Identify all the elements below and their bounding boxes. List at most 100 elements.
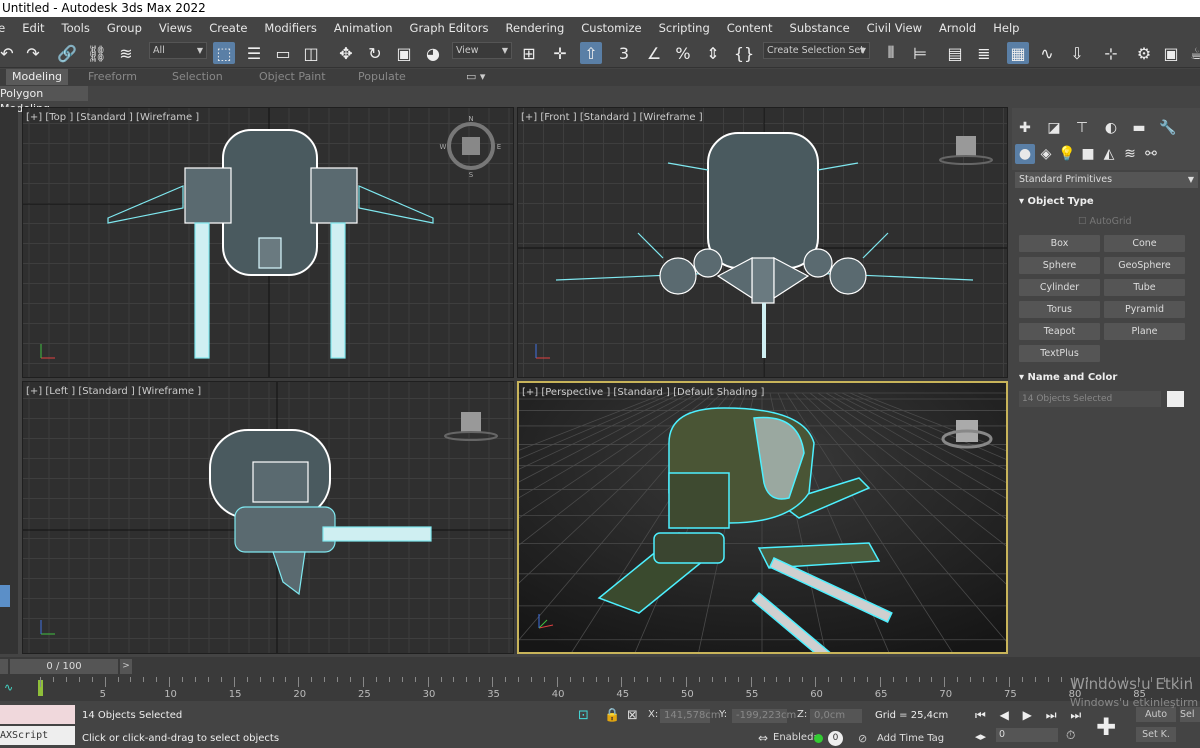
curve-editor-icon[interactable]: ∿: [1036, 42, 1058, 64]
create-cylinder-button[interactable]: Cylinder: [1019, 279, 1100, 296]
motion-tab-icon[interactable]: ◐: [1101, 118, 1121, 138]
adaptive-degradation-icon[interactable]: ⇔: [758, 731, 768, 745]
window-crossing-icon[interactable]: ◫: [300, 42, 322, 64]
set-key-button[interactable]: Set K.: [1136, 727, 1176, 742]
geometry-icon[interactable]: ●: [1015, 144, 1035, 164]
undo-icon[interactable]: ↶: [0, 42, 18, 64]
menu-group[interactable]: Group: [99, 21, 151, 35]
space-warps-icon[interactable]: ≋: [1120, 144, 1140, 164]
select-by-name-icon[interactable]: ☰: [243, 42, 265, 64]
time-tag-icon[interactable]: ⊘: [858, 732, 867, 745]
move-icon[interactable]: ✥: [335, 42, 357, 64]
mirror-icon[interactable]: ⫴: [880, 42, 902, 64]
percent-snap-icon[interactable]: %: [672, 42, 694, 64]
render-production-icon[interactable]: ☕: [1186, 42, 1200, 64]
ribbon-options-icon[interactable]: ▭ ▾: [466, 69, 485, 85]
viewport-top-label[interactable]: [+] [Top ] [Standard ] [Wireframe ]: [26, 112, 199, 123]
curve-editor-mini-icon[interactable]: ∿: [4, 681, 13, 694]
time-slider[interactable]: 0 / 100: [10, 659, 118, 674]
schematic-view-icon[interactable]: ⊹: [1100, 42, 1122, 64]
create-textplus-button[interactable]: TextPlus: [1019, 345, 1100, 362]
absolute-mode-icon[interactable]: ⊠: [627, 708, 638, 723]
menu-file[interactable]: File: [0, 21, 14, 35]
menu-modifiers[interactable]: Modifiers: [256, 21, 326, 35]
viewport-top[interactable]: N W E S [+] [Top ] [Standard ] [Wirefram…: [22, 107, 514, 378]
key-filter-icon[interactable]: ✚: [1096, 713, 1116, 741]
menu-graph-editors[interactable]: Graph Editors: [402, 21, 498, 35]
rotate-icon[interactable]: ↻: [364, 42, 386, 64]
enabled-indicator-icon[interactable]: [814, 734, 823, 743]
menu-views[interactable]: Views: [151, 21, 201, 35]
systems-icon[interactable]: ⚯: [1141, 144, 1161, 164]
menu-help[interactable]: Help: [985, 21, 1028, 35]
ribbon-tab-modeling[interactable]: Modeling: [6, 69, 69, 85]
scale-icon[interactable]: ▣: [393, 42, 415, 64]
lights-icon[interactable]: 💡: [1057, 144, 1077, 164]
bind-spacewarp-icon[interactable]: ≋: [115, 42, 137, 64]
menu-tools[interactable]: Tools: [54, 21, 99, 35]
selection-region-icon[interactable]: ▭: [272, 42, 294, 64]
link-icon[interactable]: 🔗: [56, 42, 78, 64]
create-box-button[interactable]: Box: [1019, 235, 1100, 252]
display-tab-icon[interactable]: ▬: [1129, 118, 1149, 138]
create-tube-button[interactable]: Tube: [1104, 279, 1185, 296]
edit-named-selection-icon[interactable]: {}: [733, 42, 755, 64]
menu-edit[interactable]: Edit: [14, 21, 53, 35]
viewport-front-label[interactable]: [+] [Front ] [Standard ] [Wireframe ]: [521, 112, 703, 123]
object-type-rollout-header[interactable]: ▾ Object Type: [1015, 194, 1198, 210]
viewport-perspective-label[interactable]: [+] [Perspective ] [Standard ] [Default …: [522, 387, 764, 398]
create-plane-button[interactable]: Plane: [1104, 323, 1185, 340]
rendered-frame-window-icon[interactable]: ▣: [1160, 42, 1182, 64]
menu-scripting[interactable]: Scripting: [651, 21, 719, 35]
viewport-left-label[interactable]: [+] [Left ] [Standard ] [Wireframe ]: [26, 386, 201, 397]
time-tag-toggle[interactable]: 0: [828, 731, 843, 746]
current-frame-field[interactable]: 0: [996, 728, 1058, 742]
y-coordinate-field[interactable]: -199,223cm: [732, 709, 796, 723]
isolate-selection-icon[interactable]: ⊡: [578, 708, 589, 723]
create-geosphere-button[interactable]: GeoSphere: [1104, 257, 1185, 274]
shapes-icon[interactable]: ◈: [1036, 144, 1056, 164]
menu-substance[interactable]: Substance: [782, 21, 859, 35]
create-tab-icon[interactable]: ✚: [1015, 118, 1035, 138]
ribbon-tab-selection[interactable]: Selection: [172, 69, 223, 85]
ribbon-tab-freeform[interactable]: Freeform: [88, 69, 137, 85]
placement-icon[interactable]: ◕: [422, 42, 444, 64]
create-pyramid-button[interactable]: Pyramid: [1104, 301, 1185, 318]
select-manipulate-icon[interactable]: ✛: [549, 42, 571, 64]
menu-customize[interactable]: Customize: [573, 21, 650, 35]
hierarchy-tab-icon[interactable]: ⊤: [1072, 118, 1092, 138]
layout-tab-icon[interactable]: [0, 585, 10, 607]
unlink-icon[interactable]: ⛓: [86, 42, 108, 64]
track-bar[interactable]: ∿ 5 10 15 20 25 30 35 40 45 50 55 60 65 70 75 80 85: [0, 677, 1200, 701]
named-selection-dropdown[interactable]: Create Selection Set ▼: [763, 42, 870, 59]
selection-filter-dropdown[interactable]: All ▼: [149, 42, 207, 59]
menu-create[interactable]: Create: [201, 21, 256, 35]
maxscript-listener-input[interactable]: [0, 705, 75, 724]
menu-arnold[interactable]: Arnold: [931, 21, 985, 35]
spinner-snap-icon[interactable]: ⇕: [702, 42, 724, 64]
helpers-icon[interactable]: ◭: [1099, 144, 1119, 164]
menu-animation[interactable]: Animation: [326, 21, 402, 35]
keyboard-shortcut-override-icon[interactable]: ⇧: [580, 42, 602, 64]
z-coordinate-field[interactable]: 0,0cm: [810, 709, 862, 723]
playback-controls[interactable]: ⏮ ◀ ▶ ⏭ ⏭: [975, 708, 1086, 723]
reference-coordinate-dropdown[interactable]: View ▼: [452, 42, 512, 59]
add-time-tag-button[interactable]: Add Time Tag: [877, 733, 944, 744]
scene-explorer-icon[interactable]: ▤: [944, 42, 966, 64]
pivot-center-icon[interactable]: ⊞: [518, 42, 540, 64]
primitive-category-dropdown[interactable]: Standard Primitives ▼: [1015, 172, 1198, 188]
create-teapot-button[interactable]: Teapot: [1019, 323, 1100, 340]
autogrid-checkbox[interactable]: ☐ AutoGrid: [1078, 216, 1132, 227]
auto-key-button[interactable]: Auto: [1136, 707, 1176, 722]
ribbon-tab-populate[interactable]: Populate: [358, 69, 406, 85]
dope-sheet-icon[interactable]: ⇩: [1066, 42, 1088, 64]
viewport-front[interactable]: [+] [Front ] [Standard ] [Wireframe ]: [517, 107, 1008, 378]
x-coordinate-field[interactable]: 141,578cm: [660, 709, 721, 723]
name-color-rollout-header[interactable]: ▾ Name and Color: [1015, 370, 1198, 386]
selected-button[interactable]: Sel: [1180, 707, 1200, 722]
snaps-toggle-icon[interactable]: 3: [613, 42, 635, 64]
ribbon-subtab[interactable]: Polygon Modeling: [0, 86, 88, 115]
create-torus-button[interactable]: Torus: [1019, 301, 1100, 318]
toggle-ribbon-icon[interactable]: ▦: [1007, 42, 1029, 64]
render-setup-icon[interactable]: ⚙: [1133, 42, 1155, 64]
